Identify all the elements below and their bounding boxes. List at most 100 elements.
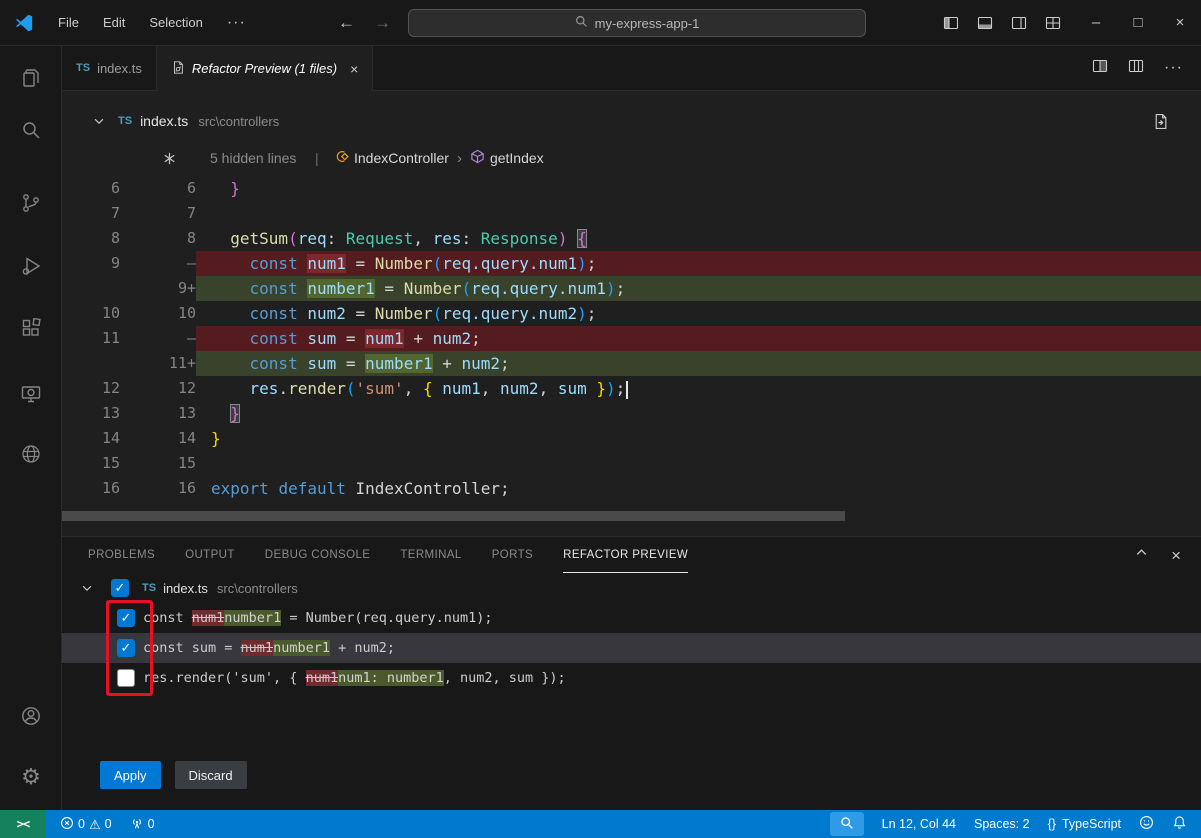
command-center-search[interactable]: my-express-app-1 — [408, 9, 866, 37]
folded-region-bar: 5 hidden lines | IndexController › — [62, 141, 1201, 175]
feedback-smiley-icon[interactable] — [1139, 815, 1154, 833]
maximize-button[interactable]: □ — [1117, 0, 1159, 46]
hidden-lines-label[interactable]: 5 hidden lines — [210, 150, 296, 166]
remote-explorer-icon[interactable] — [19, 382, 43, 406]
more-actions-icon[interactable]: ··· — [1164, 59, 1183, 77]
explorer-icon[interactable] — [19, 66, 43, 90]
menu-selection[interactable]: Selection — [137, 9, 214, 36]
code-line[interactable]: 9+ const number1 = Number(req.query.num1… — [62, 276, 1201, 301]
editor-layout-icon[interactable] — [1128, 58, 1144, 79]
change-row[interactable]: res.render('sum', { num1num1: number1, n… — [62, 663, 1201, 693]
tab-refactor-preview[interactable]: Refactor Preview (1 files) × — [157, 46, 373, 91]
remote-indicator[interactable]: >< — [0, 810, 46, 838]
panel-tab-output[interactable]: OUTPUT — [185, 537, 235, 573]
code-line[interactable]: 9– const num1 = Number(req.query.num1); — [62, 251, 1201, 276]
line-number-modified: 8 — [120, 226, 196, 251]
toggle-panel-icon[interactable] — [977, 15, 993, 31]
apply-button[interactable]: Apply — [100, 761, 161, 789]
error-icon — [60, 816, 74, 833]
accounts-icon[interactable] — [19, 704, 43, 728]
code-line[interactable]: 11+ const sum = number1 + num2; — [62, 351, 1201, 376]
code-line[interactable]: 77 — [62, 201, 1201, 226]
change-row[interactable]: ✓ const sum = num1number1 + num2; — [62, 633, 1201, 663]
tab-bar-actions: ··· — [1092, 46, 1201, 90]
close-button[interactable]: × — [1159, 0, 1201, 46]
panel-tab-debug-console[interactable]: DEBUG CONSOLE — [265, 537, 371, 573]
zoom-status-button[interactable] — [830, 812, 864, 836]
code-content: getSum(req: Request, res: Response) { — [196, 226, 1201, 251]
toggle-secondary-sidebar-icon[interactable] — [1011, 15, 1027, 31]
panel-tab-problems[interactable]: PROBLEMS — [88, 537, 155, 573]
code-line[interactable]: 1515 — [62, 451, 1201, 476]
code-line[interactable]: 66 } — [62, 176, 1201, 201]
horizontal-scrollbar[interactable] — [62, 511, 1201, 521]
file-checkbox[interactable]: ✓ — [111, 579, 129, 597]
menu-file[interactable]: File — [46, 9, 91, 36]
globe-icon[interactable] — [19, 442, 43, 466]
line-number-original: 15 — [62, 451, 120, 476]
chevron-down-icon[interactable] — [80, 581, 94, 595]
code-content — [196, 451, 1201, 476]
change-checkbox[interactable]: ✓ — [117, 609, 135, 627]
customize-layout-icon[interactable] — [1045, 15, 1061, 31]
line-number-original: 11 — [62, 326, 120, 351]
language-label: TypeScript — [1062, 817, 1121, 831]
code-line[interactable]: 88 getSum(req: Request, res: Response) { — [62, 226, 1201, 251]
split-editor-icon[interactable] — [1092, 58, 1108, 79]
menu-edit[interactable]: Edit — [91, 9, 137, 36]
line-number-original: 12 — [62, 376, 120, 401]
tab-index-ts[interactable]: TS index.ts — [62, 46, 157, 90]
change-checkbox[interactable] — [117, 669, 135, 687]
refactor-file-row[interactable]: ✓ TS index.ts src\controllers — [62, 575, 1201, 601]
code-content: } — [196, 176, 1201, 201]
indentation-status[interactable]: Spaces: 2 — [974, 817, 1030, 831]
search-sidebar-icon[interactable] — [19, 118, 43, 142]
breadcrumb-separator: › — [457, 150, 462, 167]
change-text: const sum = num1number1 + num2; — [143, 640, 395, 656]
file-name: index.ts — [163, 581, 208, 596]
discard-button[interactable]: Discard — [175, 761, 247, 789]
code-line[interactable]: 1212 res.render('sum', { num1, num2, sum… — [62, 376, 1201, 401]
menu-more[interactable]: ··· — [215, 8, 258, 38]
ports-status[interactable]: 0 — [124, 816, 161, 833]
file-path: src\controllers — [217, 581, 298, 596]
run-debug-icon[interactable] — [19, 254, 43, 278]
change-row[interactable]: ✓const num1number1 = Number(req.query.nu… — [62, 603, 1201, 633]
breadcrumb-class[interactable]: IndexController — [334, 149, 449, 167]
change-checkbox[interactable]: ✓ — [117, 639, 135, 657]
notifications-bell-icon[interactable] — [1172, 815, 1187, 833]
cursor-position-status[interactable]: Ln 12, Col 44 — [882, 817, 956, 831]
typescript-file-icon: TS — [76, 62, 90, 74]
code-content: } — [196, 426, 1201, 451]
language-mode-status[interactable]: {} TypeScript — [1048, 817, 1121, 831]
panel-close-icon[interactable]: × — [1171, 547, 1181, 564]
settings-gear-icon[interactable]: ⚙ — [19, 765, 43, 789]
fold-icon[interactable] — [162, 151, 177, 166]
minimize-button[interactable]: – — [1075, 0, 1117, 46]
code-line[interactable]: 1313 } — [62, 401, 1201, 426]
back-button[interactable]: ← — [338, 0, 355, 46]
go-to-file-icon[interactable] — [1152, 113, 1169, 130]
extensions-icon[interactable] — [19, 316, 43, 340]
problems-status[interactable]: 0 ⚠ 0 — [54, 816, 118, 833]
source-control-icon[interactable] — [19, 191, 43, 215]
panel-tab-refactor-preview[interactable]: REFACTOR PREVIEW — [563, 537, 688, 573]
line-number-modified: 6 — [120, 176, 196, 201]
breadcrumb-method[interactable]: getIndex — [470, 149, 544, 167]
tab-bar: TS index.ts Refactor Preview (1 files) ×… — [62, 46, 1201, 91]
line-number-modified: – — [120, 326, 196, 351]
toggle-sidebar-icon[interactable] — [943, 15, 959, 31]
panel-tab-ports[interactable]: PORTS — [492, 537, 533, 573]
diff-editor: TS index.ts src\controllers 5 hidden lin… — [62, 91, 1201, 536]
chevron-up-icon[interactable] — [1134, 545, 1149, 565]
forward-button[interactable]: → — [374, 0, 391, 46]
tab-close-icon[interactable]: × — [350, 61, 358, 77]
code-line[interactable]: 11– const sum = num1 + num2; — [62, 326, 1201, 351]
code-line[interactable]: 1414} — [62, 426, 1201, 451]
code-line[interactable]: 1010 const num2 = Number(req.query.num2)… — [62, 301, 1201, 326]
code-line[interactable]: 1616export default IndexController; — [62, 476, 1201, 501]
scrollbar-thumb[interactable] — [62, 511, 845, 521]
chevron-down-icon[interactable] — [92, 114, 106, 128]
code-content: const num1 = Number(req.query.num1); — [196, 251, 1201, 276]
panel-tab-terminal[interactable]: TERMINAL — [400, 537, 461, 573]
